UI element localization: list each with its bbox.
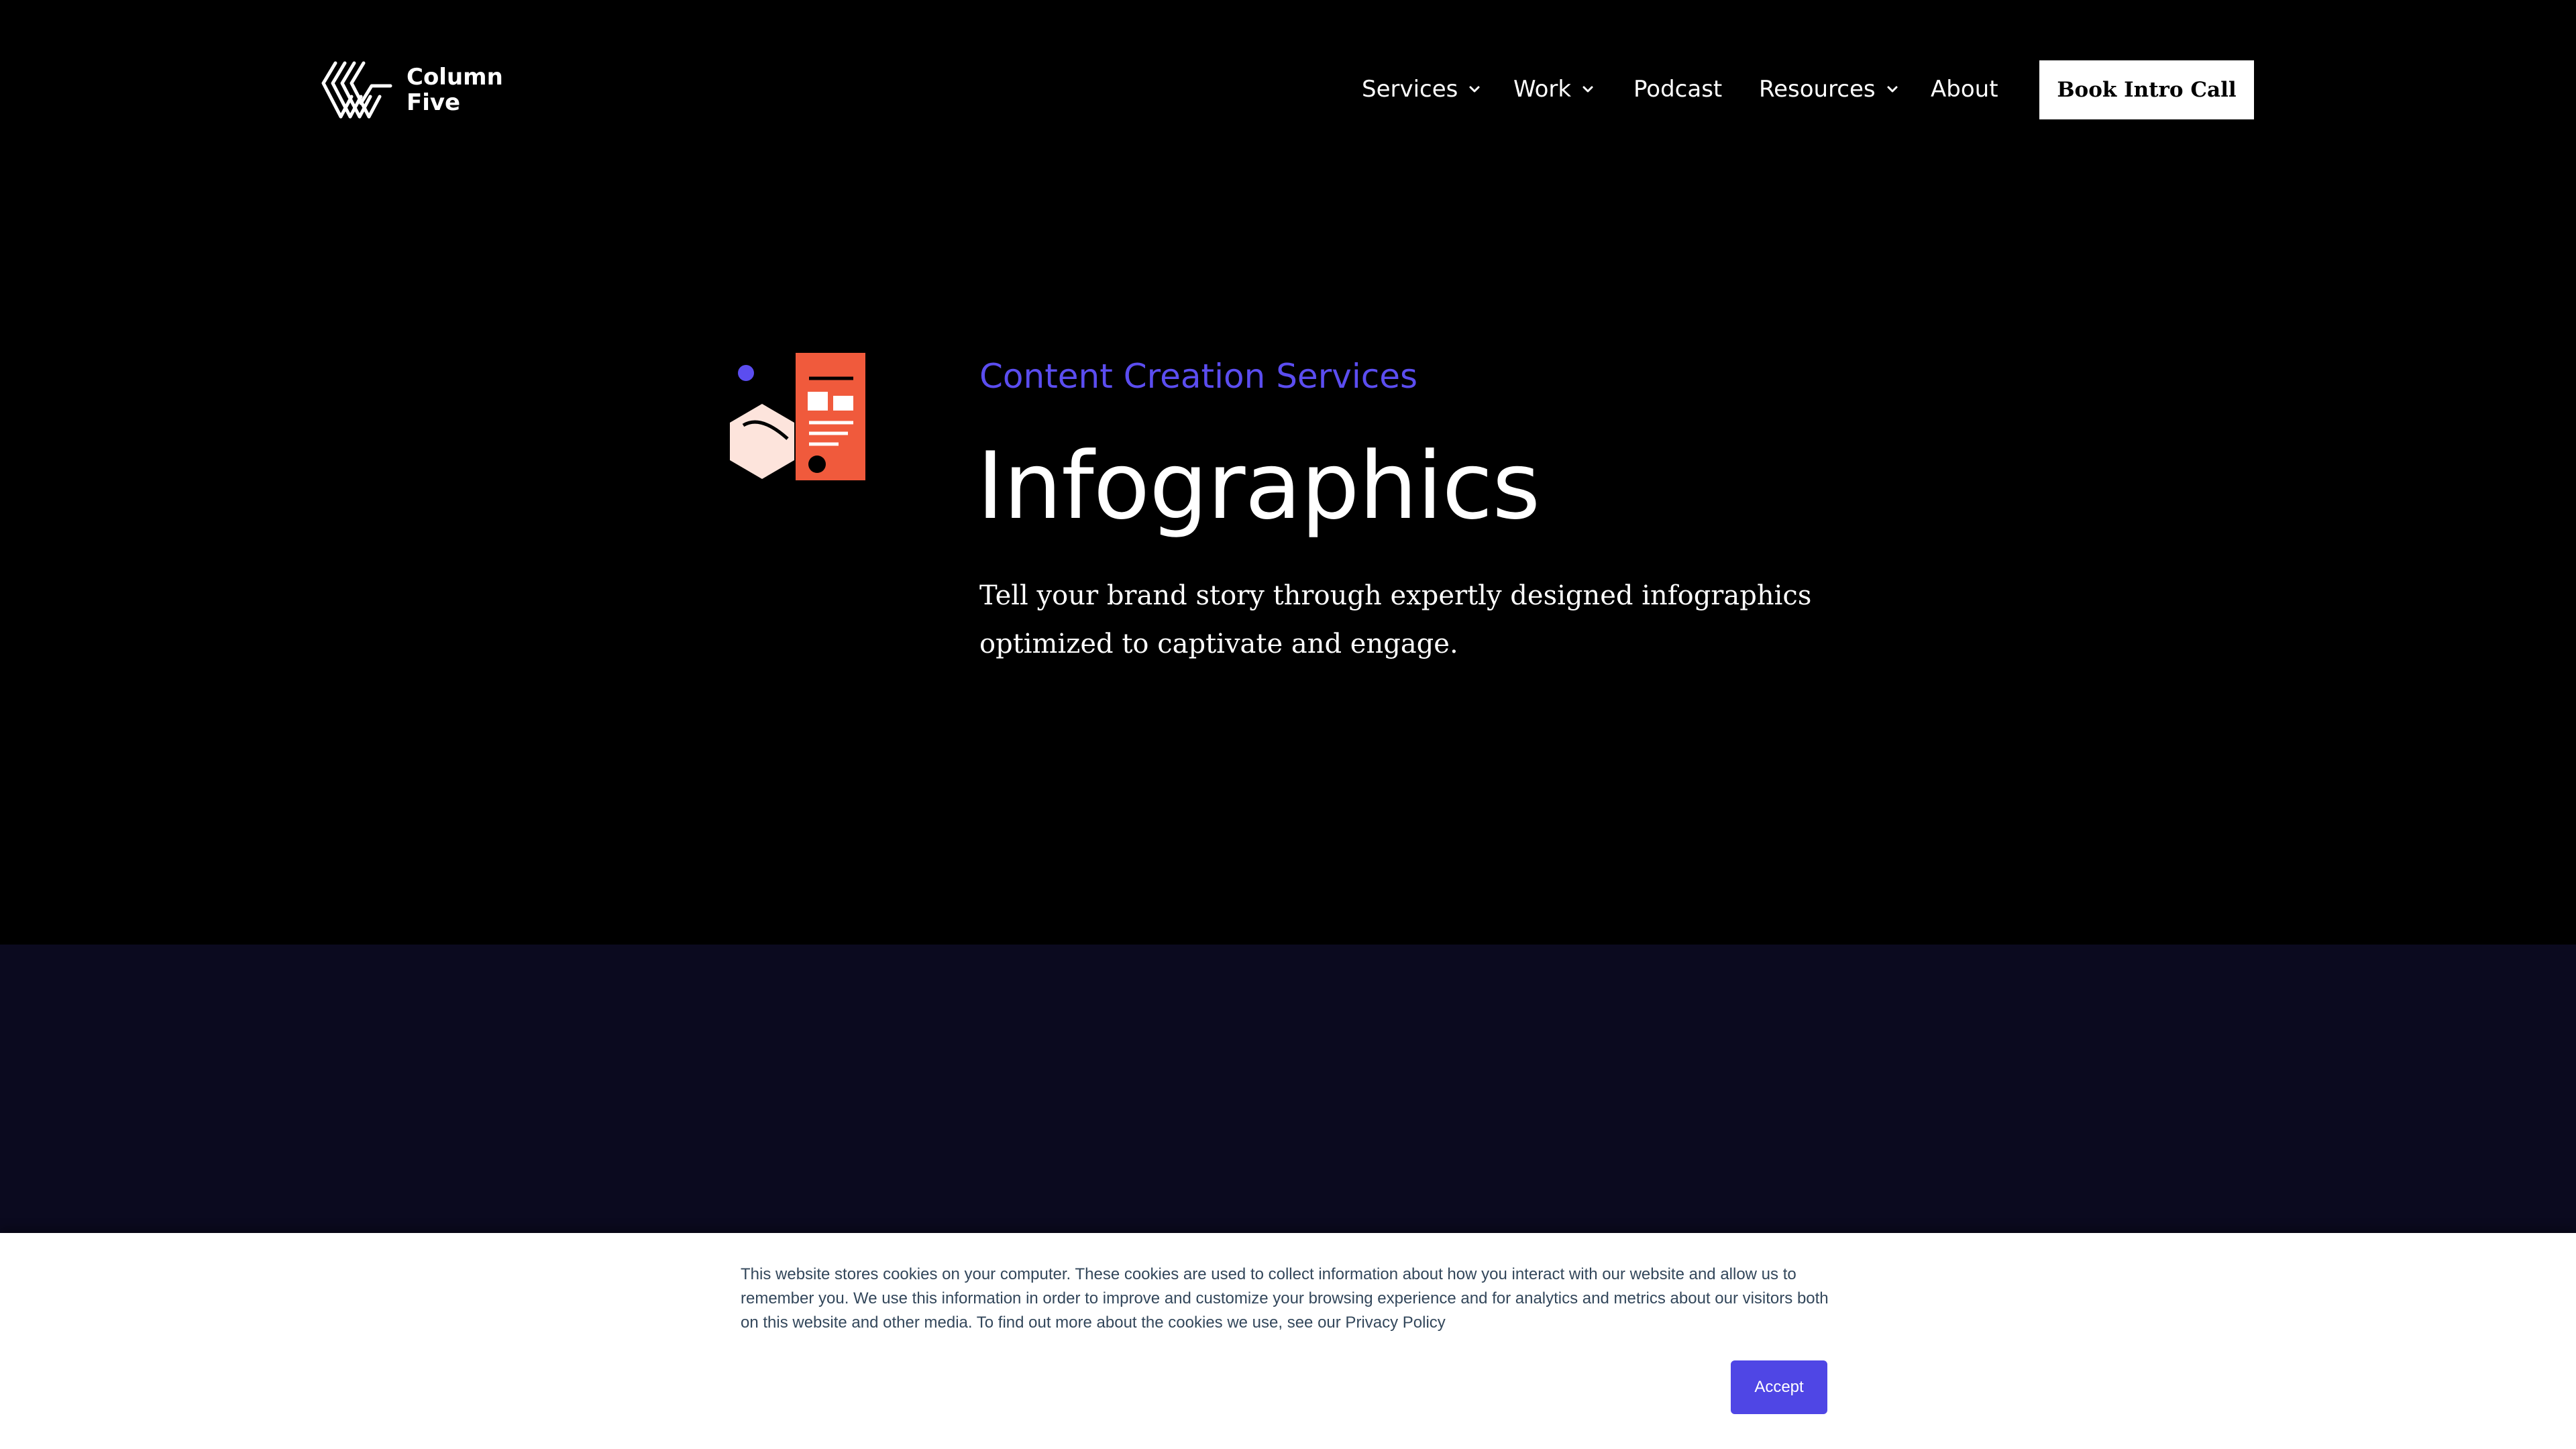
chevron-down-icon xyxy=(1885,82,1900,97)
accept-cookies-button[interactable]: Accept xyxy=(1731,1360,1827,1414)
column-five-logo[interactable]: Column Five xyxy=(321,59,503,121)
nav-item-work[interactable]: Work xyxy=(1513,74,1595,105)
hero-description: Tell your brand story through expertly d… xyxy=(979,580,1812,659)
chevron-down-icon xyxy=(1467,82,1482,97)
logo-wordmark-line2: Five xyxy=(407,89,461,116)
nav-item-about[interactable]: About xyxy=(1931,74,1998,105)
nav-item-label: About xyxy=(1931,76,1998,103)
column-five-logo-icon xyxy=(321,61,392,119)
nav-item-services[interactable]: Services xyxy=(1362,74,1482,105)
page-title: Infographics xyxy=(977,432,1540,540)
hero-eyebrow: Content Creation Services xyxy=(979,357,1418,396)
nav-item-label: Resources xyxy=(1759,76,1876,103)
book-intro-call-button[interactable]: Book Intro Call xyxy=(2039,60,2254,119)
nav-item-label: Podcast xyxy=(1633,76,1723,103)
main-nav: Services Work Podcast Resources About xyxy=(1342,0,2012,181)
logo-wordmark-line1: Column xyxy=(407,64,503,91)
nav-item-podcast[interactable]: Podcast xyxy=(1633,74,1722,105)
cookie-banner-text: This website stores cookies on your comp… xyxy=(741,1265,1829,1332)
nav-item-label: Services xyxy=(1362,76,1458,103)
cookie-banner: This website stores cookies on your comp… xyxy=(0,1233,2576,1449)
chevron-down-icon xyxy=(1580,82,1595,97)
infographic-illustration-icon xyxy=(724,353,865,494)
nav-item-resources[interactable]: Resources xyxy=(1759,74,1900,105)
logo-wordmark: Column Five xyxy=(407,64,503,115)
site-header: Column Five Services Work Podcast Resour… xyxy=(0,0,2576,181)
nav-item-label: Work xyxy=(1513,76,1572,103)
